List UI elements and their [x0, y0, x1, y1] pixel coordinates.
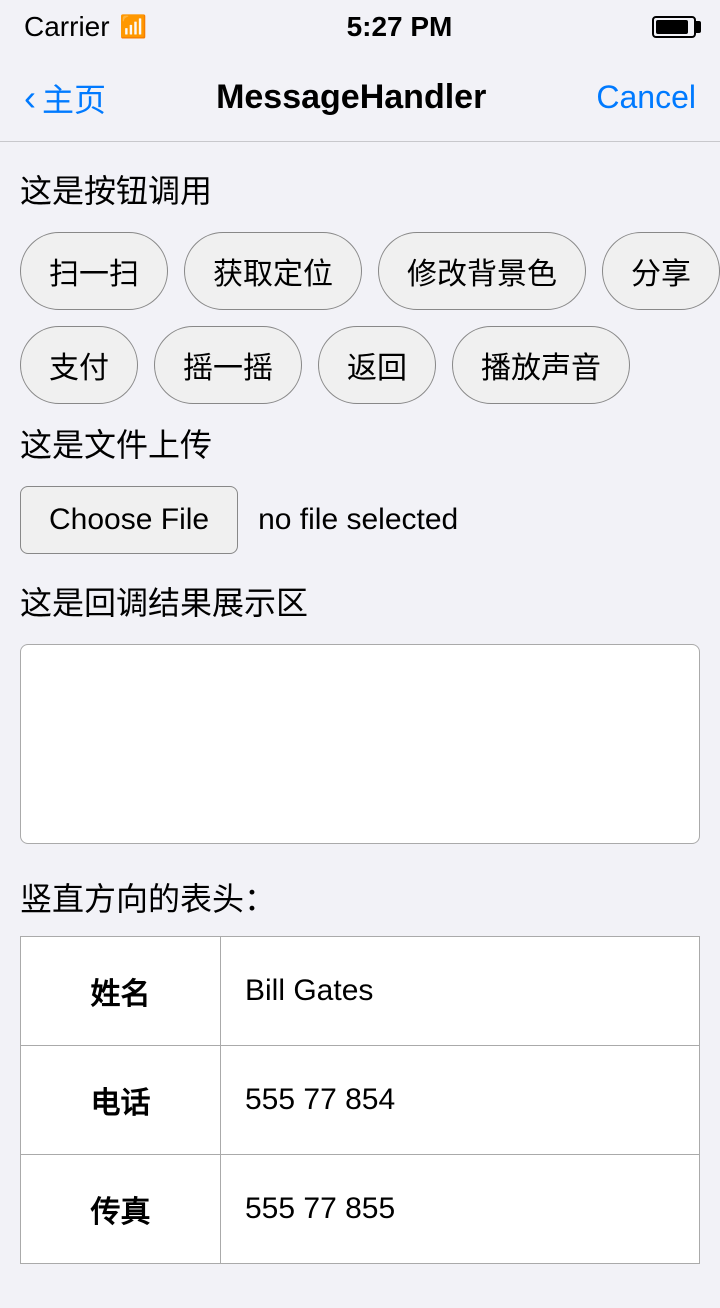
- file-section-label: 这是文件上传: [20, 420, 700, 466]
- row-header-phone: 电话: [21, 1046, 221, 1155]
- wifi-icon: 📶: [120, 14, 147, 40]
- status-left: Carrier 📶: [24, 11, 147, 43]
- file-status: no file selected: [258, 503, 458, 537]
- file-upload-row: Choose File no file selected: [20, 486, 700, 554]
- row-header-name: 姓名: [21, 937, 221, 1046]
- phone-frame: Carrier 📶 5:27 PM ‹ 主页 MessageHandler Ca…: [0, 0, 720, 1308]
- change-bg-button[interactable]: 修改背景色: [378, 232, 586, 310]
- shake-button[interactable]: 摇一摇: [154, 326, 302, 404]
- button-section: 这是按钮调用 扫一扫 获取定位 修改背景色 分享 支付 摇一摇 返回 播放声音: [20, 166, 700, 404]
- pay-button[interactable]: 支付: [20, 326, 138, 404]
- file-section: 这是文件上传 Choose File no file selected: [20, 420, 700, 554]
- location-button[interactable]: 获取定位: [184, 232, 362, 310]
- main-content: 这是按钮调用 扫一扫 获取定位 修改背景色 分享 支付 摇一摇 返回 播放声音 …: [0, 142, 720, 1308]
- share-button[interactable]: 分享: [602, 232, 720, 310]
- nav-bar: ‹ 主页 MessageHandler Cancel: [0, 54, 720, 142]
- choose-file-button[interactable]: Choose File: [20, 486, 238, 554]
- row-value-name: Bill Gates: [221, 937, 700, 1046]
- play-sound-button[interactable]: 播放声音: [452, 326, 630, 404]
- data-table: 姓名 Bill Gates 电话 555 77 854 传真 555 77 85…: [20, 936, 700, 1264]
- result-box: [20, 644, 700, 844]
- button-row-1: 扫一扫 获取定位 修改背景色 分享: [20, 232, 700, 310]
- table-row: 电话 555 77 854: [21, 1046, 700, 1155]
- battery-fill: [656, 20, 688, 34]
- back-arrow-icon: ‹: [24, 77, 36, 119]
- table-row: 姓名 Bill Gates: [21, 937, 700, 1046]
- scan-button[interactable]: 扫一扫: [20, 232, 168, 310]
- row-value-fax: 555 77 855: [221, 1155, 700, 1264]
- result-section: 这是回调结果展示区: [20, 578, 700, 844]
- carrier-label: Carrier: [24, 11, 110, 43]
- table-section: 竖直方向的表头： 姓名 Bill Gates 电话 555 77 854 传真 …: [20, 874, 700, 1264]
- status-time: 5:27 PM: [347, 11, 453, 43]
- status-right: [652, 16, 696, 38]
- button-section-label: 这是按钮调用: [20, 166, 700, 212]
- back-btn[interactable]: 返回: [318, 326, 436, 404]
- battery-icon: [652, 16, 696, 38]
- row-value-phone: 555 77 854: [221, 1046, 700, 1155]
- page-title: MessageHandler: [216, 78, 486, 117]
- row-header-fax: 传真: [21, 1155, 221, 1264]
- result-section-label: 这是回调结果展示区: [20, 578, 700, 624]
- button-row-2: 支付 摇一摇 返回 播放声音: [20, 326, 700, 404]
- back-label: 主页: [42, 75, 106, 121]
- table-section-label: 竖直方向的表头：: [20, 874, 700, 920]
- back-button[interactable]: ‹ 主页: [24, 75, 106, 121]
- status-bar: Carrier 📶 5:27 PM: [0, 0, 720, 54]
- cancel-button[interactable]: Cancel: [596, 79, 696, 116]
- table-row: 传真 555 77 855: [21, 1155, 700, 1264]
